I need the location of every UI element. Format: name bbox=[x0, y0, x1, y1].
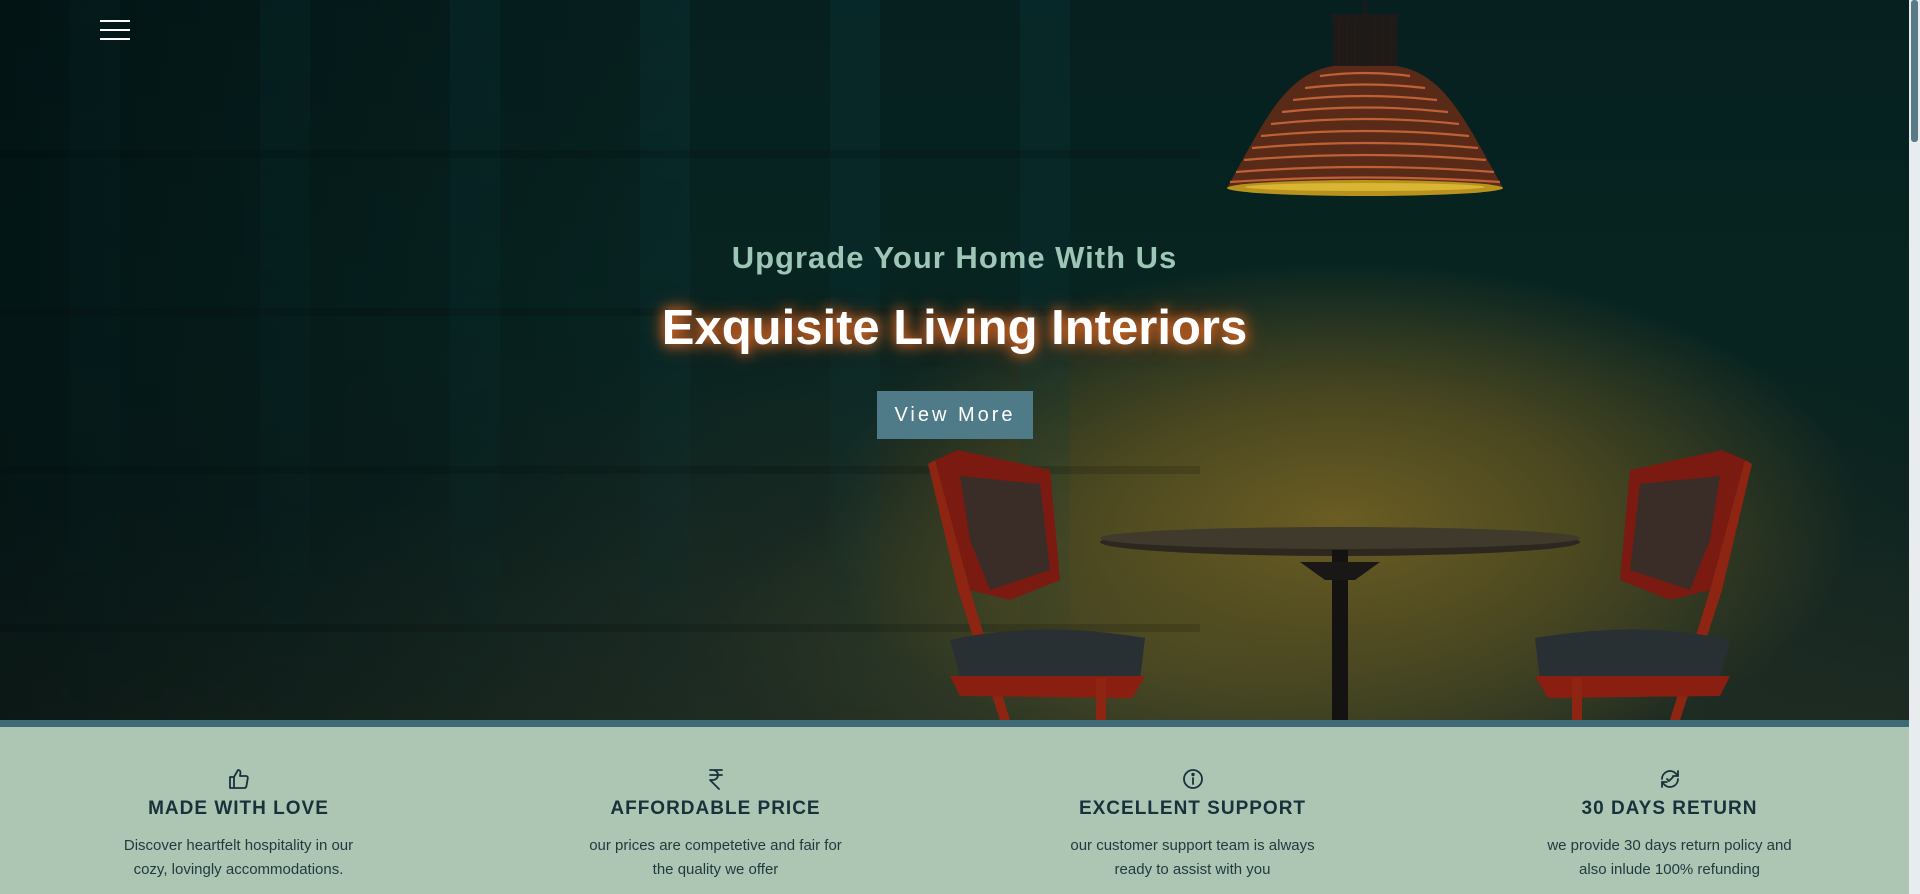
scrollbar-thumb[interactable] bbox=[1911, 0, 1918, 142]
features-section: MADE WITH LOVE Discover heartfelt hospit… bbox=[0, 727, 1909, 894]
feature-excellent-support: EXCELLENT SUPPORT our customer support t… bbox=[954, 727, 1431, 894]
rupee-icon bbox=[477, 767, 954, 791]
view-more-button[interactable]: View More bbox=[877, 391, 1033, 439]
section-divider bbox=[0, 720, 1909, 727]
thumbs-up-icon bbox=[0, 767, 477, 791]
hero-subtitle: Upgrade Your Home With Us bbox=[731, 240, 1178, 275]
feature-description: Discover heartfelt hospitality in our co… bbox=[123, 837, 354, 878]
feature-affordable-price: AFFORDABLE PRICE our prices are competet… bbox=[477, 727, 954, 894]
feature-title: 30 DAYS RETURN bbox=[1581, 798, 1758, 819]
feature-30-days-return: 30 DAYS RETURN we provide 30 days return… bbox=[1431, 727, 1908, 894]
feature-description: our prices are competetive and fair for … bbox=[589, 837, 842, 878]
feature-description: we provide 30 days return policy and als… bbox=[1547, 837, 1792, 878]
feature-title: AFFORDABLE PRICE bbox=[610, 798, 821, 819]
page-scrollbar[interactable] bbox=[1909, 0, 1920, 894]
feature-title: MADE WITH LOVE bbox=[148, 798, 329, 819]
return-arrows-icon bbox=[1431, 767, 1908, 791]
feature-title: EXCELLENT SUPPORT bbox=[1078, 798, 1307, 819]
feature-description: our customer support team is always read… bbox=[1070, 837, 1315, 878]
hero-title: Exquisite Living Interiors bbox=[661, 301, 1248, 355]
hero-banner: Upgrade Your Home With Us Exquisite Livi… bbox=[0, 0, 1909, 720]
hero-content: Upgrade Your Home With Us Exquisite Livi… bbox=[0, 0, 1909, 720]
info-circle-icon bbox=[954, 767, 1431, 791]
feature-made-with-love: MADE WITH LOVE Discover heartfelt hospit… bbox=[0, 727, 477, 894]
